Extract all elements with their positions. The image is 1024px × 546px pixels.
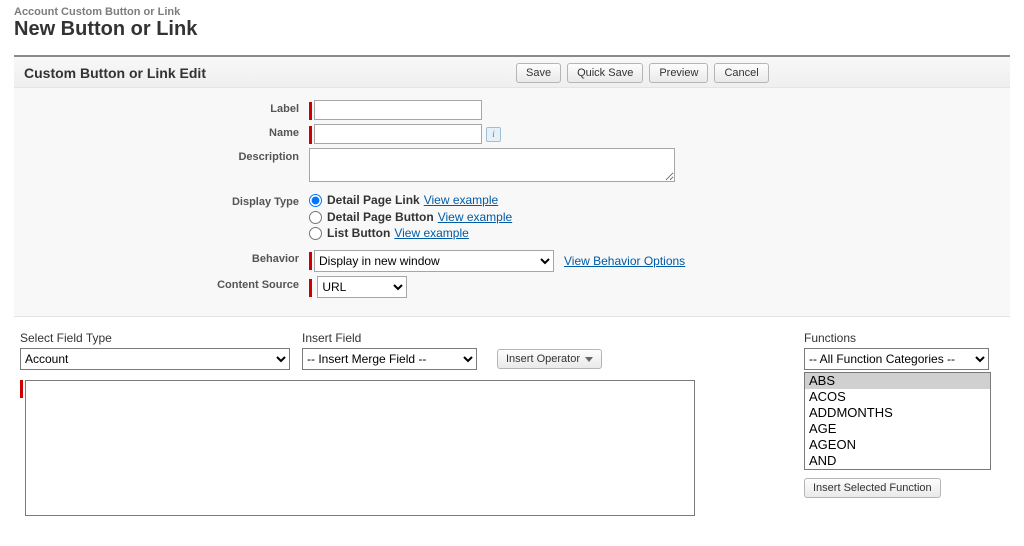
content-source-label: Content Source	[14, 276, 309, 291]
function-item[interactable]: AGE	[805, 421, 990, 437]
info-icon[interactable]: i	[486, 127, 501, 142]
field-type-select[interactable]: Account	[20, 348, 290, 370]
merge-field-select[interactable]: -- Insert Merge Field --	[302, 348, 477, 370]
insert-field-label: Insert Field	[302, 331, 792, 345]
required-indicator	[309, 102, 312, 120]
functions-label: Functions	[804, 331, 1004, 345]
function-category-select[interactable]: -- All Function Categories --	[804, 348, 989, 370]
display-type-link-text: Detail Page Link	[327, 193, 420, 207]
behavior-options-link[interactable]: View Behavior Options	[564, 254, 685, 268]
function-item[interactable]: ADDMONTHS	[805, 405, 990, 421]
behavior-select[interactable]: Display in new window	[314, 250, 554, 272]
insert-operator-label: Insert Operator	[506, 353, 580, 365]
breadcrumb: Account Custom Button or Link	[14, 6, 1010, 18]
required-indicator	[20, 380, 23, 398]
required-indicator	[309, 252, 312, 270]
display-type-label: Display Type	[14, 193, 309, 208]
function-list[interactable]: ABSACOSADDMONTHSAGEAGEONAND	[804, 372, 991, 470]
required-indicator	[309, 279, 312, 297]
display-type-link-radio[interactable]	[309, 194, 322, 207]
function-item[interactable]: AND	[805, 453, 990, 469]
chevron-down-icon	[585, 357, 593, 362]
quick-save-button[interactable]: Quick Save	[567, 63, 643, 83]
display-type-button-text: Detail Page Button	[327, 210, 434, 224]
view-example-link-3[interactable]: View example	[394, 226, 468, 240]
label-label: Label	[14, 100, 309, 115]
name-label: Name	[14, 124, 309, 139]
view-example-link-1[interactable]: View example	[424, 193, 498, 207]
display-type-list-radio[interactable]	[309, 227, 322, 240]
formula-body[interactable]	[25, 380, 695, 516]
description-input[interactable]	[309, 148, 675, 182]
field-type-label: Select Field Type	[20, 331, 298, 345]
cancel-button[interactable]: Cancel	[714, 63, 768, 83]
function-item[interactable]: ACOS	[805, 389, 990, 405]
view-example-link-2[interactable]: View example	[438, 210, 512, 224]
required-indicator	[309, 126, 312, 144]
insert-operator-button[interactable]: Insert Operator	[497, 349, 602, 369]
form-panel: Label Name i Description Display Type De…	[14, 87, 1010, 317]
content-source-select[interactable]: URL	[317, 276, 407, 298]
preview-button[interactable]: Preview	[649, 63, 708, 83]
display-type-list-text: List Button	[327, 226, 390, 240]
label-input[interactable]	[314, 100, 482, 120]
function-item[interactable]: ABS	[805, 373, 990, 389]
action-toolbar: Save Quick Save Preview Cancel	[516, 63, 769, 83]
save-button[interactable]: Save	[516, 63, 561, 83]
panel-title-text: Custom Button or Link Edit	[24, 65, 206, 81]
insert-function-button[interactable]: Insert Selected Function	[804, 478, 941, 498]
panel-header: Custom Button or Link Edit Save Quick Sa…	[14, 55, 1010, 87]
behavior-label: Behavior	[14, 250, 309, 265]
display-type-button-radio[interactable]	[309, 211, 322, 224]
function-item[interactable]: AGEON	[805, 437, 990, 453]
description-label: Description	[14, 148, 309, 163]
page-title: New Button or Link	[14, 18, 1010, 41]
name-input[interactable]	[314, 124, 482, 144]
